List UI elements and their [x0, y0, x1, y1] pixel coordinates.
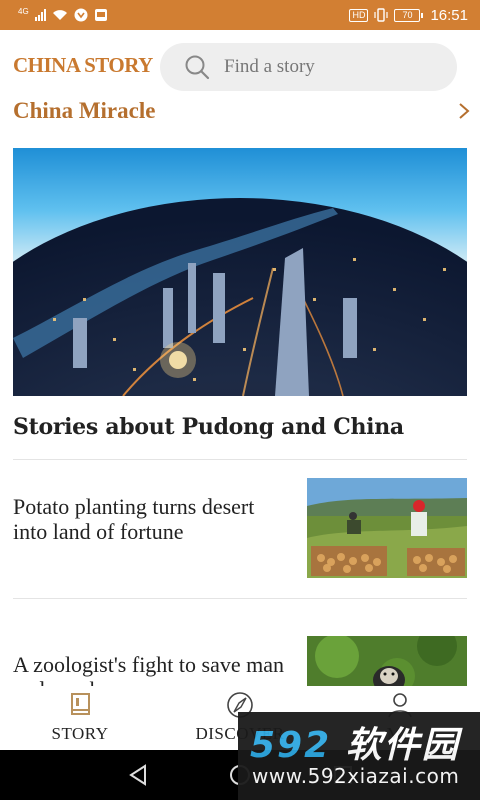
app-header: CHINA STORY Find a story — [0, 30, 480, 100]
article-thumbnail[interactable] — [307, 636, 467, 688]
back-icon[interactable] — [128, 764, 148, 786]
watermark-number: 592 — [250, 725, 332, 766]
watermark-brand: 592 软件园 — [250, 716, 460, 768]
watermark-chinese: 软件园 — [345, 725, 460, 766]
divider — [13, 459, 467, 460]
network-type: 4G — [18, 6, 29, 16]
section-header[interactable]: China Miracle — [13, 96, 471, 126]
wifi-icon — [52, 10, 67, 20]
article-thumbnail[interactable] — [307, 478, 467, 578]
article-title[interactable]: Potato planting turns desert into land o… — [13, 494, 293, 544]
notification-icon — [74, 8, 88, 22]
nav-story[interactable]: STORY — [0, 686, 160, 750]
hd-badge: HD — [349, 8, 369, 22]
watermark: 592 软件园 www.592xiazai.com — [238, 712, 480, 800]
app-logo: CHINA STORY — [13, 52, 153, 77]
status-right: HD 70 16:51 — [349, 7, 468, 24]
section-headline[interactable]: Stories about Pudong and China — [13, 414, 404, 440]
status-bar: 4G HD 70 16:51 — [0, 0, 480, 30]
search-icon — [185, 55, 210, 80]
chevron-right-icon[interactable] — [457, 102, 471, 120]
city-skyline-image — [13, 148, 467, 396]
nav-label: STORY — [51, 724, 109, 743]
book-icon — [71, 693, 90, 715]
hero-image[interactable] — [13, 148, 467, 396]
status-left: 4G — [18, 6, 108, 22]
clock: 16:51 — [430, 6, 468, 24]
potato-farm-image — [307, 478, 467, 578]
monkey-image — [307, 636, 467, 688]
search-bar[interactable]: Find a story — [160, 43, 457, 91]
vibrate-icon — [374, 8, 389, 22]
search-input[interactable]: Find a story — [224, 56, 315, 78]
battery-icon: 70 — [394, 8, 424, 22]
article-title[interactable]: A zoologist's fight to save man and monk… — [13, 652, 293, 688]
article-item[interactable]: Potato planting turns desert into land o… — [13, 478, 467, 580]
battery-level: 70 — [402, 9, 413, 20]
article-item[interactable]: A zoologist's fight to save man and monk… — [13, 636, 467, 688]
divider — [13, 598, 467, 599]
watermark-url: www.592xiazai.com — [252, 764, 460, 788]
app-notification-icon — [94, 9, 107, 21]
section-title: China Miracle — [13, 98, 156, 123]
signal-icon — [34, 9, 46, 21]
